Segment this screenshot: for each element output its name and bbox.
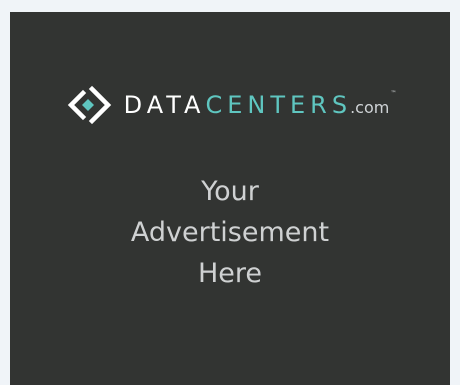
logo-trademark: ™ bbox=[390, 90, 397, 97]
logo-wordmark: DATA CENTERS .com ™ bbox=[123, 90, 397, 119]
ad-text-line: Here bbox=[197, 258, 263, 289]
ad-text-line: Your bbox=[201, 176, 259, 207]
advertisement-card[interactable]: DATA CENTERS .com ™ Your Advertisement H… bbox=[10, 12, 450, 385]
logo-text-data: DATA bbox=[123, 91, 206, 119]
logo-text-centers: CENTERS bbox=[205, 91, 353, 119]
datacenters-logo[interactable]: DATA CENTERS .com ™ bbox=[10, 80, 450, 130]
ad-text-line: Advertisement bbox=[130, 217, 330, 248]
logo-text-com: .com bbox=[350, 98, 390, 117]
advertisement-placeholder-text: Your Advertisement Here bbox=[10, 171, 450, 294]
datacenters-diamond-logo-icon bbox=[67, 85, 111, 125]
